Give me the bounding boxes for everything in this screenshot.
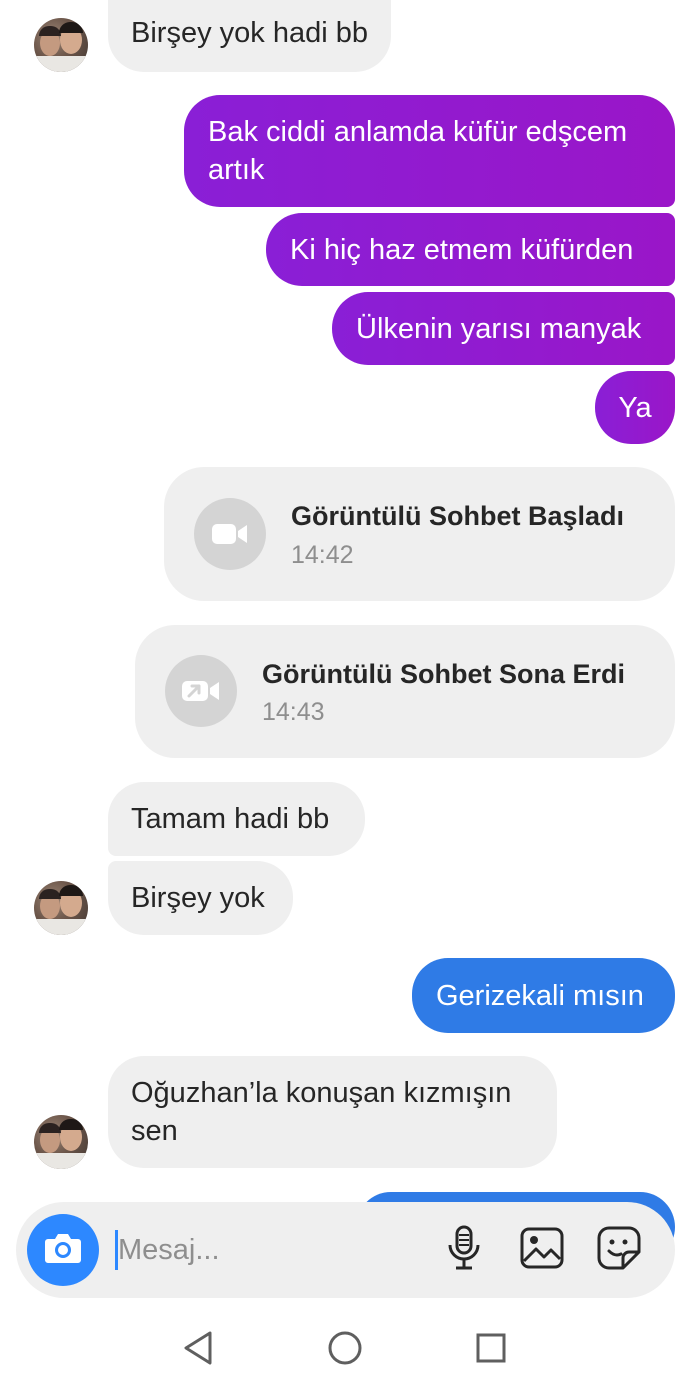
- message-input[interactable]: [118, 1226, 418, 1274]
- message-text: Bak ciddi anlamda küfür edşcem artık: [208, 116, 628, 186]
- gallery-button[interactable]: [518, 1226, 566, 1274]
- message-bubble-incoming[interactable]: Birşey yok hadi bb: [108, 0, 391, 72]
- call-time: 14:42: [291, 541, 354, 569]
- camera-button[interactable]: [27, 1214, 99, 1286]
- avatar[interactable]: [34, 18, 88, 72]
- message-text: Birşey yok hadi bb: [131, 17, 368, 49]
- back-button[interactable]: [176, 1328, 220, 1372]
- message-bubble-incoming[interactable]: Tamam hadi bb: [108, 782, 365, 856]
- message-bubble-outgoing[interactable]: Bak ciddi anlamda küfür edşcem artık: [184, 95, 675, 207]
- microphone-button[interactable]: [440, 1225, 488, 1276]
- avatar[interactable]: [34, 1115, 88, 1169]
- home-circle-icon: [327, 1330, 363, 1371]
- message-text: Gerizekali mısın: [436, 979, 644, 1012]
- video-call-ended-icon: [165, 655, 237, 727]
- microphone-icon: [446, 1225, 482, 1276]
- home-button[interactable]: [323, 1328, 367, 1372]
- call-title: Görüntülü Sohbet Başladı: [291, 501, 625, 531]
- video-call-ended-card[interactable]: Görüntülü Sohbet Sona Erdi 14:43: [135, 625, 675, 758]
- message-composer: [16, 1202, 675, 1298]
- message-text: Ki hiç haz etmem küfürden: [290, 233, 634, 266]
- video-call-started-card[interactable]: Görüntülü Sohbet Başladı 14:42: [164, 467, 675, 601]
- sticker-button[interactable]: [595, 1226, 643, 1274]
- video-camera-icon: [194, 498, 266, 570]
- message-text: Ya: [618, 391, 652, 424]
- message-text: Ülkenin yarısı manyak: [356, 312, 642, 345]
- call-time: 14:43: [262, 698, 325, 726]
- message-text: Oğuzhan’la konuşan kızmışın sen: [131, 1077, 512, 1147]
- gallery-icon: [520, 1227, 564, 1274]
- call-title: Görüntülü Sohbet Sona Erdi: [262, 659, 625, 689]
- recents-square-icon: [475, 1332, 507, 1369]
- back-triangle-icon: [182, 1330, 214, 1371]
- message-bubble-outgoing[interactable]: Ülkenin yarısı manyak: [332, 292, 675, 365]
- message-bubble-incoming[interactable]: Oğuzhan’la konuşan kızmışın sen: [108, 1056, 557, 1168]
- message-bubble-incoming[interactable]: Birşey yok: [108, 861, 293, 935]
- message-text: Tamam hadi bb: [131, 803, 330, 835]
- message-bubble-outgoing[interactable]: Ki hiç haz etmem küfürden: [266, 213, 675, 286]
- recents-button[interactable]: [469, 1328, 513, 1372]
- message-bubble-outgoing[interactable]: Ya: [595, 371, 675, 444]
- avatar[interactable]: [34, 881, 88, 935]
- sticker-icon: [597, 1226, 641, 1275]
- system-navigation-bar: [0, 1310, 690, 1386]
- message-bubble-outgoing[interactable]: Gerizekali mısın: [412, 958, 675, 1033]
- camera-icon: [43, 1231, 83, 1270]
- message-text: Birşey yok: [131, 882, 265, 914]
